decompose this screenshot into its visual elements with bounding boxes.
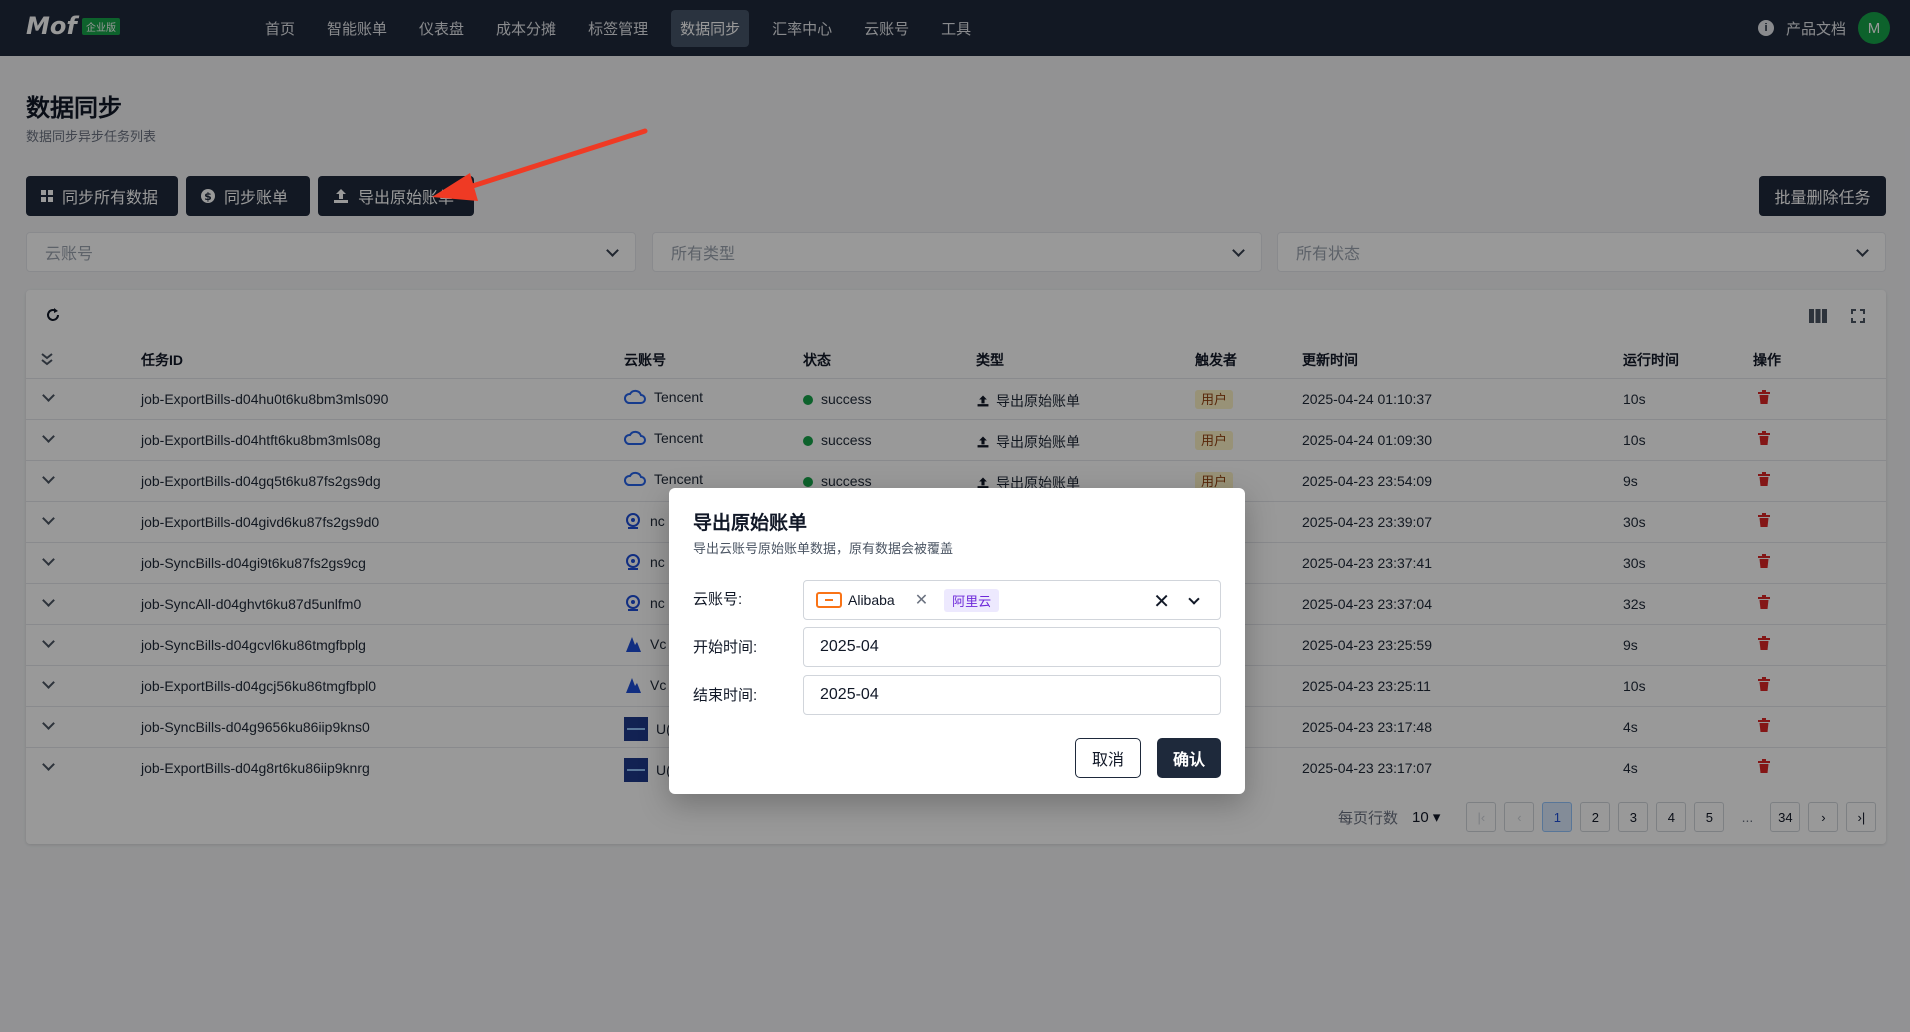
end-time-label: 结束时间: <box>693 687 758 704</box>
clear-icon[interactable]: ✕ <box>1153 589 1170 614</box>
chip-provider-tag: 阿里云 <box>944 588 1000 612</box>
confirm-button[interactable]: 确认 <box>1157 738 1221 778</box>
chevron-down-icon[interactable] <box>1188 593 1200 605</box>
chip-label: Alibaba <box>848 592 895 608</box>
chip-remove-icon[interactable]: ✕ <box>915 590 928 610</box>
export-dialog: 导出原始账单 导出云账号原始账单数据，原有数据会被覆盖 云账号: Alibaba… <box>669 488 1245 794</box>
selected-account-chip: Alibaba ✕ 阿里云 <box>816 588 1000 612</box>
dialog-subtitle: 导出云账号原始账单数据，原有数据会被覆盖 <box>693 541 954 556</box>
cancel-button[interactable]: 取消 <box>1075 738 1141 778</box>
start-time-label: 开始时间: <box>693 639 758 656</box>
dialog-title: 导出原始账单 <box>693 513 808 534</box>
start-time-input[interactable]: 2025-04 <box>803 627 1221 667</box>
end-time-input[interactable]: 2025-04 <box>803 675 1221 715</box>
account-field-label: 云账号: <box>693 591 743 608</box>
alibaba-cloud-icon <box>816 592 842 608</box>
account-select[interactable]: Alibaba ✕ 阿里云 ✕ <box>803 580 1221 620</box>
